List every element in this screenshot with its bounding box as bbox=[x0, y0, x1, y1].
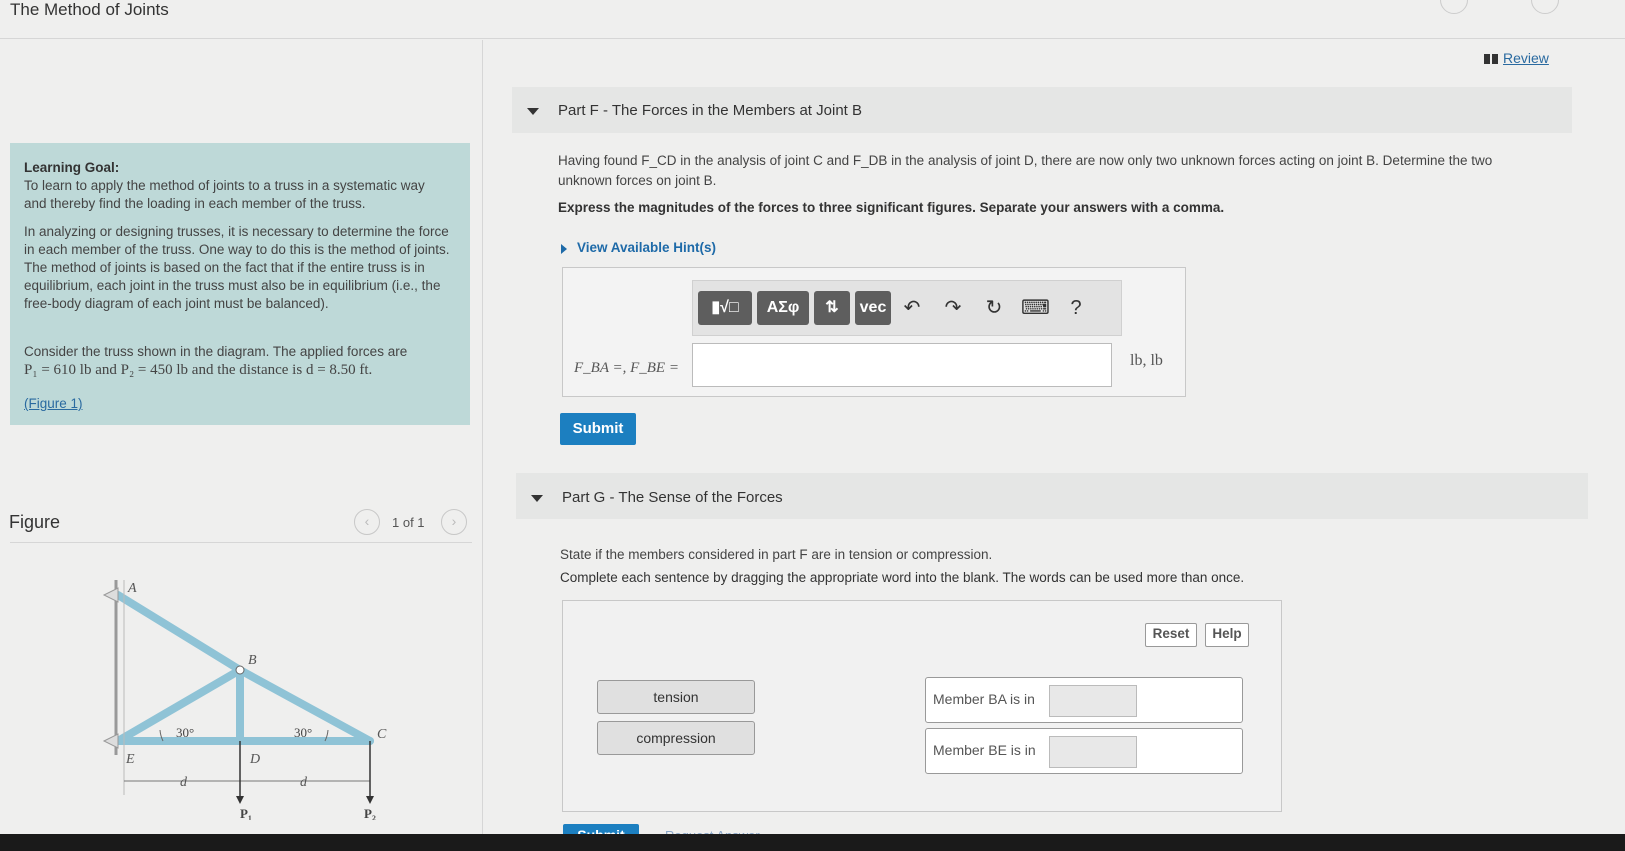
word-tension[interactable]: tension bbox=[597, 680, 755, 714]
figure-pager: 1 of 1 bbox=[392, 515, 425, 530]
sentence-ba-label: Member BA is in bbox=[933, 691, 1035, 707]
dim-d-right: d bbox=[300, 775, 308, 790]
goal-text: To learn to apply the method of joints t… bbox=[24, 178, 425, 211]
analysis-text: In analyzing or designing trusses, it is… bbox=[24, 224, 450, 311]
collapse-caret-icon[interactable] bbox=[527, 108, 539, 115]
next-page-icon[interactable] bbox=[1531, 0, 1559, 14]
truss-diagram: A B C D E d d 30° 30° P₁ P₂ bbox=[102, 580, 387, 820]
drop-target-ba[interactable] bbox=[1049, 685, 1137, 717]
sentence-ba: Member BA is in bbox=[925, 677, 1243, 723]
help-button[interactable]: Help bbox=[1205, 623, 1249, 647]
label-e: E bbox=[125, 752, 135, 767]
help-icon[interactable]: ? bbox=[1062, 293, 1090, 323]
review-link[interactable]: Review bbox=[1503, 50, 1549, 66]
template-button[interactable]: ▮√□ bbox=[698, 291, 752, 325]
math-toolbar: ▮√□ ΑΣφ ⇅ vec ↶ ↷ ↻ ⌨ ? bbox=[692, 280, 1122, 336]
review-icon bbox=[1484, 54, 1498, 64]
label-b: B bbox=[248, 653, 257, 668]
sentence-be-label: Member BE is in bbox=[933, 742, 1036, 758]
answer-input[interactable] bbox=[692, 343, 1112, 387]
part-f-question-cont: unknown forces on joint B. bbox=[558, 173, 717, 188]
label-p1: P₁ bbox=[240, 806, 252, 820]
part-f-instruction: Express the magnitudes of the forces to … bbox=[558, 200, 1225, 215]
part-g-question: State if the members considered in part … bbox=[560, 547, 993, 562]
panel-divider bbox=[482, 40, 483, 840]
keyboard-icon[interactable]: ⌨ bbox=[1021, 293, 1050, 323]
reset-icon[interactable]: ↻ bbox=[980, 293, 1008, 323]
screen-bezel bbox=[0, 834, 1625, 851]
redo-icon[interactable]: ↷ bbox=[939, 293, 967, 323]
page-title: The Method of Joints bbox=[10, 0, 169, 19]
view-hints-link[interactable]: View Available Hint(s) bbox=[577, 240, 716, 255]
figure-prev-icon[interactable]: ‹ bbox=[354, 509, 380, 535]
goal-heading: Learning Goal: bbox=[24, 160, 120, 175]
support-e bbox=[102, 733, 119, 749]
label-a: A bbox=[127, 581, 137, 596]
collapse-caret-icon[interactable] bbox=[531, 495, 543, 502]
part-g-instruction: Complete each sentence by dragging the a… bbox=[560, 570, 1245, 585]
part-g-title: Part G - The Sense of the Forces bbox=[562, 489, 783, 506]
consider-line-1: Consider the truss shown in the diagram.… bbox=[24, 344, 408, 359]
dim-d-left: d bbox=[180, 775, 188, 790]
equation-label: F_BA =, F_BE = bbox=[574, 360, 679, 376]
figure-link[interactable]: (Figure 1) bbox=[24, 395, 83, 413]
label-c: C bbox=[377, 727, 387, 742]
part-f-submit-button[interactable]: Submit bbox=[560, 413, 636, 445]
label-p2: P₂ bbox=[364, 806, 376, 820]
undo-icon[interactable]: ↶ bbox=[898, 293, 926, 323]
consider-line-2: P₁ = 610 lb and P₂ = 450 lb and the dist… bbox=[24, 362, 373, 378]
drop-target-be[interactable] bbox=[1049, 736, 1137, 768]
word-compression[interactable]: compression bbox=[597, 721, 755, 755]
units-label: lb, lb bbox=[1130, 352, 1163, 369]
learning-goal-box: Learning Goal: To learn to apply the met… bbox=[10, 143, 470, 425]
sentence-be: Member BE is in bbox=[925, 728, 1243, 774]
hint-caret-icon[interactable] bbox=[561, 244, 567, 254]
part-f-title: Part F - The Forces in the Members at Jo… bbox=[558, 102, 862, 119]
prev-page-icon[interactable] bbox=[1440, 0, 1468, 14]
angle-right: 30° bbox=[294, 725, 312, 740]
member-ab bbox=[114, 591, 244, 674]
label-d: D bbox=[249, 752, 260, 767]
reset-button[interactable]: Reset bbox=[1145, 623, 1197, 647]
figure-divider bbox=[10, 542, 472, 543]
header-divider bbox=[0, 38, 1625, 39]
greek-symbols-button[interactable]: ΑΣφ bbox=[757, 291, 809, 325]
part-f-question: Having found F_CD in the analysis of joi… bbox=[558, 153, 1493, 168]
figure-title: Figure bbox=[9, 512, 61, 532]
figure-next-icon[interactable]: › bbox=[441, 509, 467, 535]
support-a bbox=[102, 587, 119, 603]
angle-left: 30° bbox=[176, 725, 194, 740]
subscript-button[interactable]: ⇅ bbox=[814, 291, 850, 325]
vector-button[interactable]: vec bbox=[855, 291, 891, 325]
